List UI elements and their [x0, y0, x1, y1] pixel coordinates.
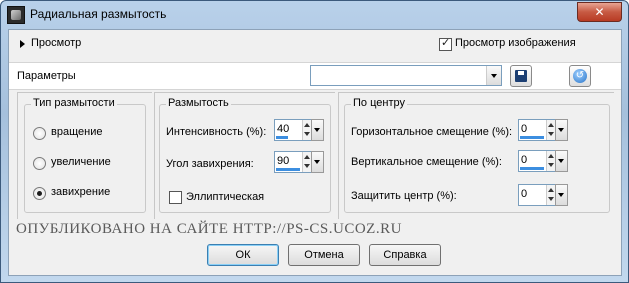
- center-title: По центру: [351, 97, 407, 109]
- save-preset-button[interactable]: [510, 65, 532, 87]
- blur-type-panel: Тип размытости вращение увеличение завих…: [17, 92, 152, 219]
- center-panel: По центру Горизонтальное смещение (%): 0…: [338, 92, 614, 219]
- blur-type-group: Тип размытости вращение увеличение завих…: [24, 97, 146, 213]
- twist-angle-input[interactable]: 90: [274, 151, 311, 173]
- dialog-window: Радиальная размытость ✕ Просмотр Просмот…: [0, 0, 629, 283]
- ok-button[interactable]: ОК: [207, 244, 279, 266]
- intensity-value: 40: [277, 123, 290, 135]
- protect-center-input[interactable]: 0: [518, 184, 555, 206]
- radio-zoom[interactable]: [33, 157, 46, 170]
- twist-angle-spinner[interactable]: [302, 152, 311, 172]
- intensity-label: Интенсивность (%):: [166, 126, 267, 138]
- twist-angle-level-bar: [276, 168, 300, 171]
- floppy-disk-icon: [515, 70, 527, 82]
- parameters-bar: Параметры ↺: [9, 62, 621, 90]
- h-offset-label: Горизонтальное смещение (%):: [351, 126, 513, 138]
- blur-type-title: Тип размытости: [31, 97, 117, 109]
- blur-panel: Размытость Интенсивность (%): 40 Угол за…: [154, 92, 335, 219]
- chevron-down-icon: [314, 128, 320, 132]
- h-offset-level-bar: [520, 136, 544, 139]
- chevron-down-icon: [314, 160, 320, 164]
- app-icon: [7, 6, 25, 24]
- window-title: Радиальная размытость: [30, 7, 167, 21]
- protect-center-dropdown[interactable]: [555, 184, 568, 206]
- v-offset-label: Вертикальное смещение (%):: [351, 156, 502, 168]
- v-offset-level-bar: [520, 167, 544, 170]
- twist-angle-value: 90: [277, 155, 290, 167]
- v-offset-input[interactable]: 0: [518, 150, 555, 172]
- twist-angle-dropdown[interactable]: [311, 151, 324, 173]
- chevron-down-icon: [491, 74, 497, 78]
- radio-zoom-label[interactable]: увеличение: [51, 156, 111, 168]
- blur-group: Размытость Интенсивность (%): 40 Угол за…: [159, 97, 331, 213]
- h-offset-dropdown[interactable]: [555, 119, 568, 141]
- cancel-button[interactable]: Отмена: [288, 244, 360, 266]
- intensity-dropdown[interactable]: [311, 119, 324, 141]
- h-offset-value: 0: [521, 123, 528, 135]
- reset-icon: ↺: [573, 69, 587, 83]
- title-bar[interactable]: Радиальная размытость ✕: [1, 1, 628, 27]
- help-button[interactable]: Справка: [369, 244, 441, 266]
- image-preview-checkbox[interactable]: [439, 36, 452, 51]
- radio-twirl[interactable]: [33, 187, 46, 200]
- v-offset-spinner[interactable]: [546, 151, 555, 171]
- elliptical-checkbox[interactable]: [169, 191, 182, 204]
- expand-triangle-icon[interactable]: [20, 40, 25, 48]
- elliptical-label[interactable]: Эллиптическая: [186, 191, 264, 203]
- v-offset-value: 0: [521, 154, 528, 166]
- preset-dropdown[interactable]: [310, 65, 502, 86]
- reset-button[interactable]: ↺: [569, 65, 591, 87]
- dialog-client-area: Просмотр Просмотр изображения Параметры …: [8, 29, 622, 276]
- radio-rotation[interactable]: [33, 127, 46, 140]
- chevron-down-icon: [558, 128, 564, 132]
- protect-center-value: 0: [521, 188, 528, 200]
- image-preview-label[interactable]: Просмотр изображения: [455, 37, 576, 49]
- chevron-down-icon: [558, 193, 564, 197]
- twist-angle-label: Угол завихрения:: [166, 158, 254, 170]
- watermark-text: ОПУБЛИКОВАНО НА САЙТЕ HTTP://PS-CS.UCOZ.…: [16, 221, 402, 237]
- radio-twirl-label[interactable]: завихрение: [51, 186, 110, 198]
- intensity-spinner[interactable]: [302, 120, 311, 140]
- protect-center-spinner[interactable]: [546, 185, 555, 205]
- intensity-input[interactable]: 40: [274, 119, 311, 141]
- v-offset-dropdown[interactable]: [555, 150, 568, 172]
- intensity-level-bar: [276, 136, 288, 139]
- radio-rotation-label[interactable]: вращение: [51, 126, 102, 138]
- center-group: По центру Горизонтальное смещение (%): 0…: [344, 97, 610, 213]
- preset-dropdown-button[interactable]: [486, 66, 501, 85]
- close-button[interactable]: ✕: [577, 2, 622, 22]
- chevron-down-icon: [558, 159, 564, 163]
- preview-toggle-label[interactable]: Просмотр: [31, 37, 81, 49]
- h-offset-spinner[interactable]: [546, 120, 555, 140]
- parameters-label: Параметры: [17, 70, 76, 82]
- protect-center-label: Защитить центр (%):: [351, 190, 457, 202]
- h-offset-input[interactable]: 0: [518, 119, 555, 141]
- preview-row: Просмотр Просмотр изображения: [9, 30, 621, 58]
- blur-title: Размытость: [166, 97, 231, 109]
